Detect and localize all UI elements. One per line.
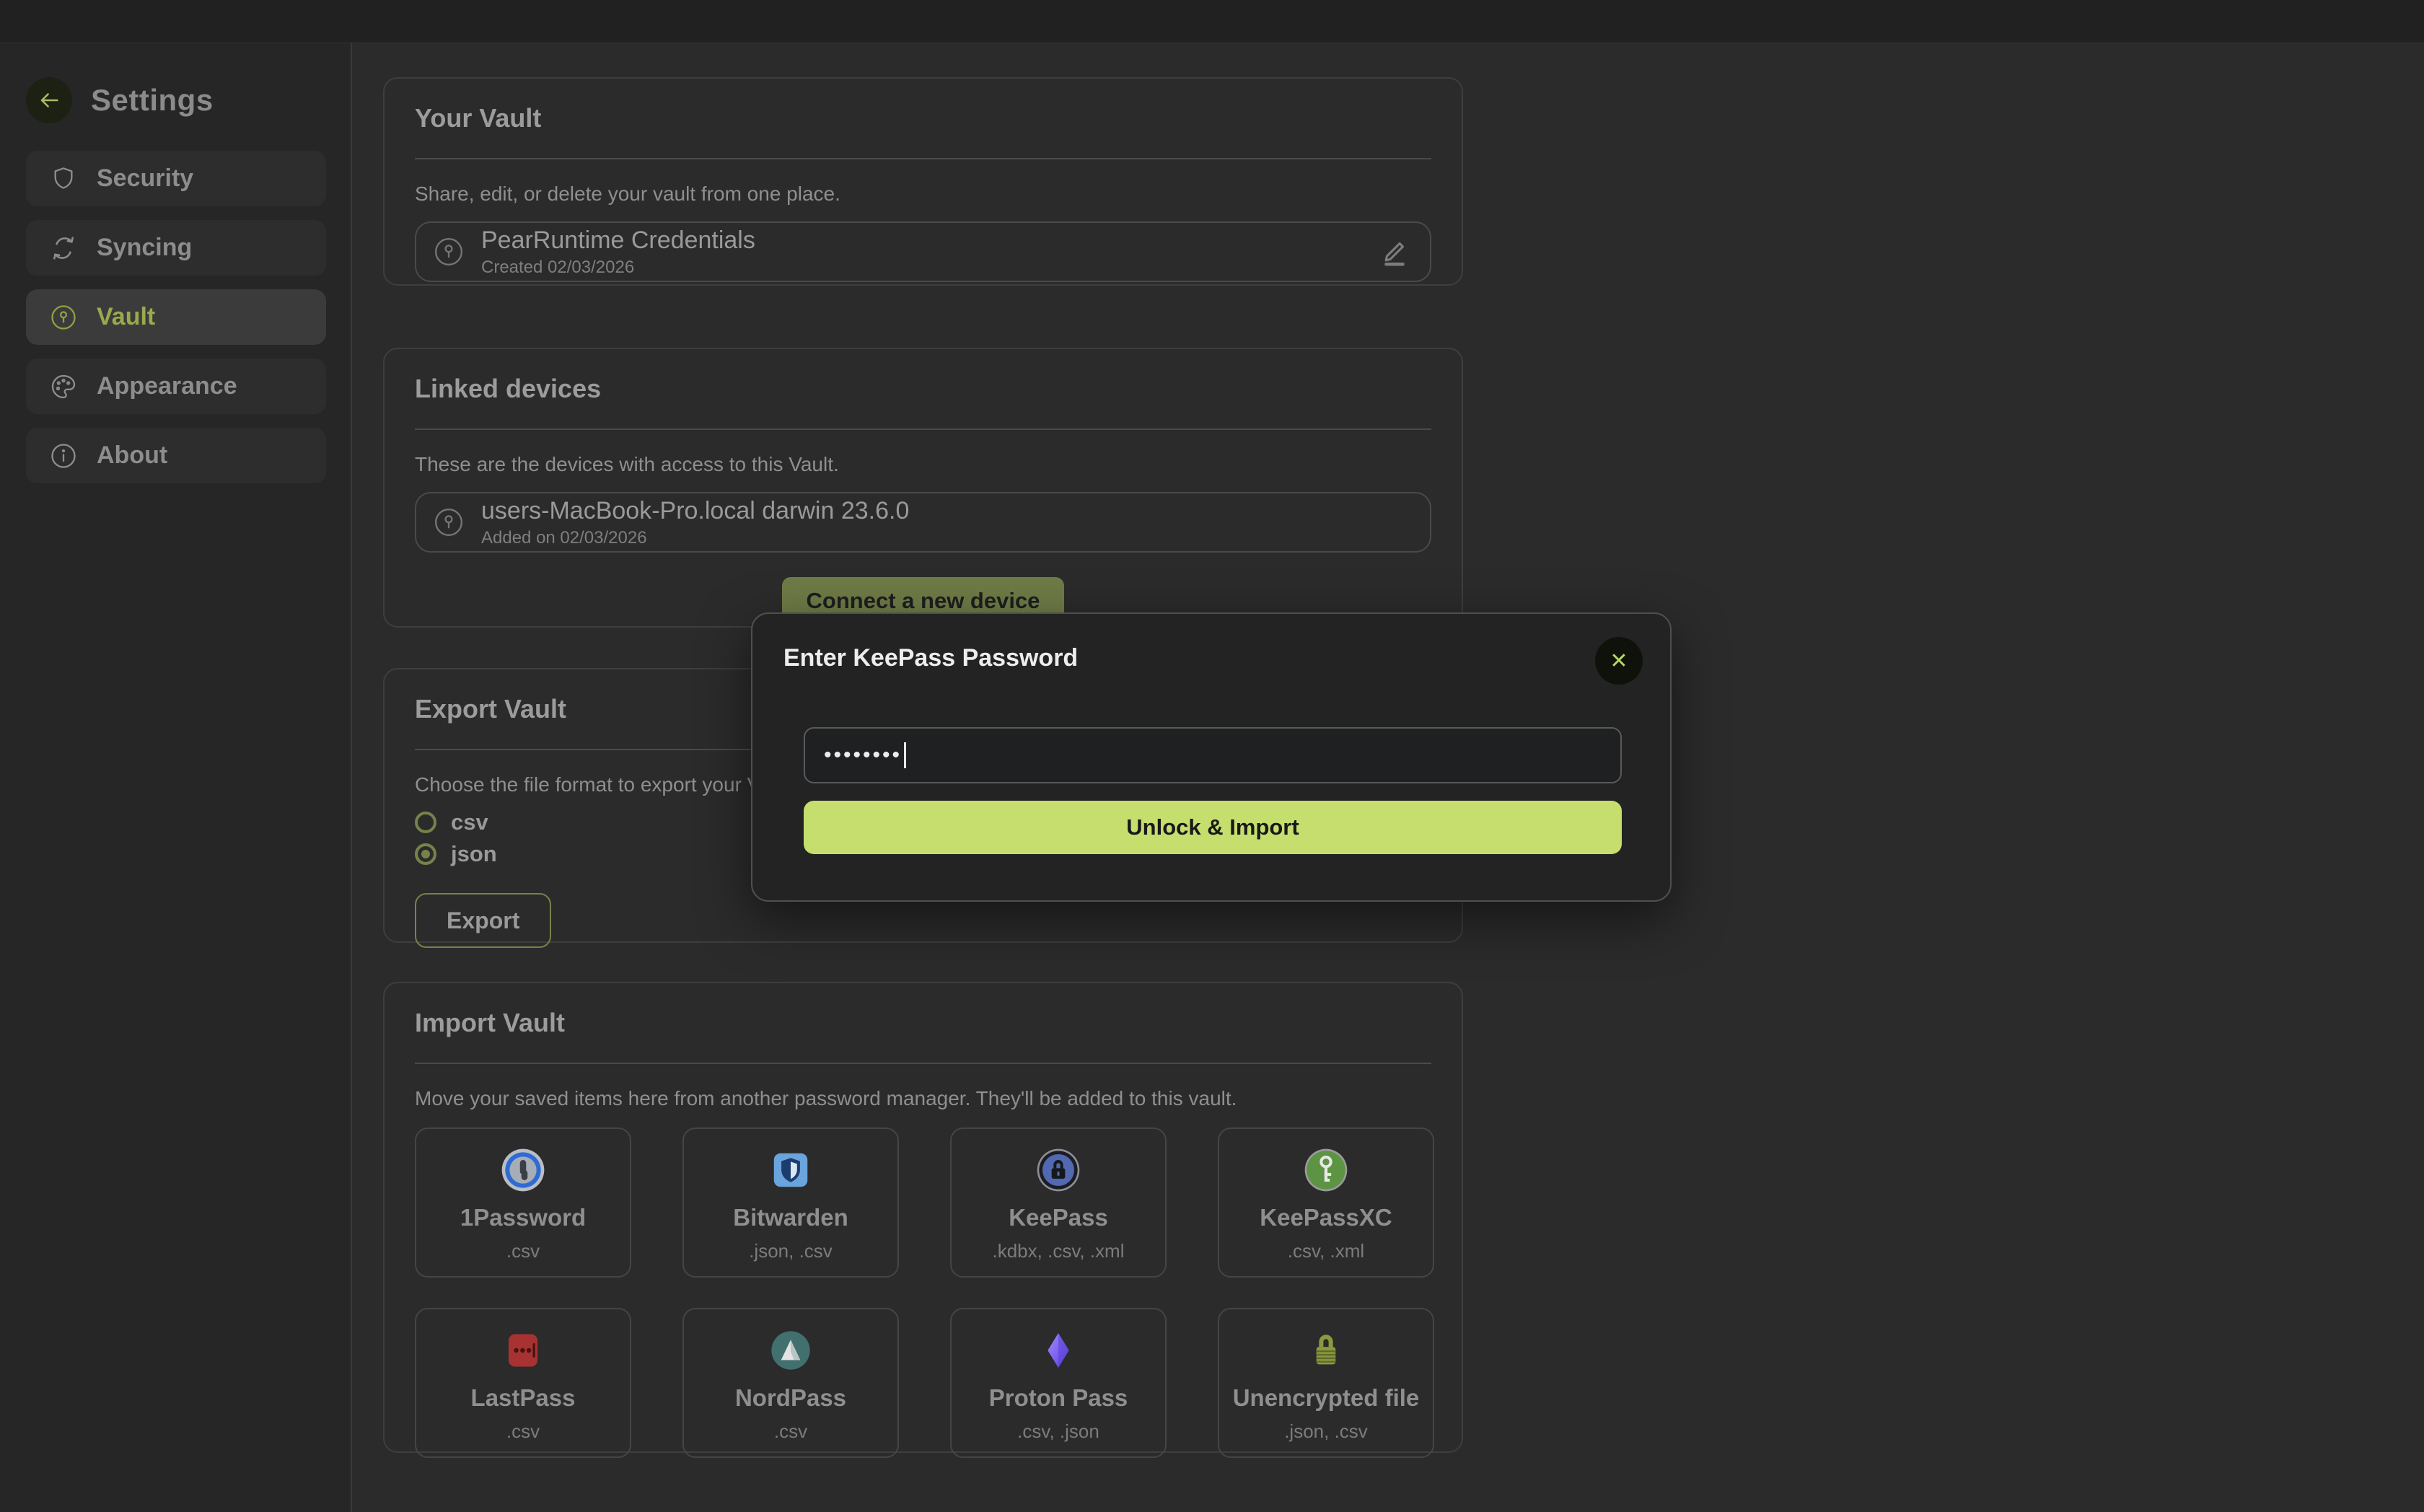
- import-1password[interactable]: 1Password .csv: [415, 1128, 631, 1278]
- bitwarden-icon: [768, 1148, 813, 1192]
- provider-formats: .csv: [416, 1240, 630, 1262]
- import-provider-grid: 1Password .csv Bitwarden .json, .csv Kee…: [415, 1128, 1431, 1458]
- linked-devices-title: Linked devices: [415, 374, 1431, 404]
- provider-name: NordPass: [684, 1384, 897, 1412]
- import-protonpass[interactable]: Proton Pass .csv, .json: [950, 1308, 1167, 1458]
- sidebar-item-vault[interactable]: Vault: [26, 289, 326, 345]
- your-vault-card: Your Vault Share, edit, or delete your v…: [383, 77, 1463, 286]
- provider-formats: .kdbx, .csv, .xml: [952, 1240, 1165, 1262]
- device-texts: users-MacBook-Pro.local darwin 23.6.0 Ad…: [481, 497, 1411, 548]
- your-vault-description: Share, edit, or delete your vault from o…: [415, 183, 1431, 206]
- radio-json-label: json: [451, 841, 497, 867]
- unlock-import-button[interactable]: Unlock & Import: [804, 801, 1622, 854]
- sidebar-nav: Security Syncing Vault Appearance About: [26, 151, 325, 483]
- radio-selected-icon: [415, 843, 436, 865]
- vault-created-date: Created 02/03/2026: [481, 258, 1378, 278]
- provider-name: 1Password: [416, 1204, 630, 1231]
- info-icon: [49, 441, 78, 470]
- keepass-password-dialog: Enter KeePass Password ✕ •••••••• Unlock…: [751, 612, 1672, 902]
- provider-name: Proton Pass: [952, 1384, 1165, 1412]
- sidebar-item-label: Syncing: [97, 234, 192, 262]
- provider-name: Unencrypted file: [1219, 1384, 1433, 1412]
- onepassword-icon: [500, 1147, 546, 1193]
- provider-formats: .csv, .json: [952, 1420, 1165, 1443]
- import-lastpass[interactable]: LastPass .csv: [415, 1308, 631, 1458]
- keepassxc-icon: [1303, 1147, 1349, 1193]
- page-title: Settings: [91, 83, 214, 118]
- edit-pencil-icon[interactable]: [1378, 235, 1411, 268]
- sidebar-item-label: Appearance: [97, 372, 237, 400]
- import-vault-card: Import Vault Move your saved items here …: [383, 982, 1463, 1453]
- password-input[interactable]: ••••••••: [804, 727, 1622, 783]
- provider-formats: .csv: [684, 1420, 897, 1443]
- keepass-icon: [1035, 1147, 1081, 1193]
- key-icon: [432, 506, 465, 539]
- import-vault-description: Move your saved items here from another …: [415, 1087, 1431, 1110]
- device-added-date: Added on 02/03/2026: [481, 528, 1411, 548]
- nordpass-icon: [768, 1327, 814, 1373]
- provider-name: KeePassXC: [1219, 1204, 1433, 1231]
- import-keepass[interactable]: KeePass .kdbx, .csv, .xml: [950, 1128, 1167, 1278]
- arrow-left-icon: [37, 88, 61, 113]
- settings-sidebar: Settings Security Syncing Vault Appearan…: [0, 43, 352, 1512]
- import-nordpass[interactable]: NordPass .csv: [682, 1308, 899, 1458]
- sync-icon: [49, 234, 78, 263]
- divider: [415, 1063, 1431, 1064]
- password-masked-value: ••••••••: [824, 743, 902, 768]
- import-vault-title: Import Vault: [415, 1008, 1431, 1038]
- divider: [415, 158, 1431, 159]
- dialog-title: Enter KeePass Password: [783, 644, 1078, 672]
- device-row[interactable]: users-MacBook-Pro.local darwin 23.6.0 Ad…: [415, 492, 1431, 553]
- provider-name: Bitwarden: [684, 1204, 897, 1231]
- import-unencrypted-file[interactable]: Unencrypted file .json, .csv: [1218, 1308, 1434, 1458]
- linked-devices-card: Linked devices These are the devices wit…: [383, 348, 1463, 628]
- lastpass-icon: [501, 1329, 545, 1372]
- key-icon: [49, 303, 78, 332]
- sidebar-item-security[interactable]: Security: [26, 151, 326, 206]
- sidebar-item-appearance[interactable]: Appearance: [26, 359, 326, 414]
- device-name: users-MacBook-Pro.local darwin 23.6.0: [481, 497, 1411, 525]
- provider-formats: .csv: [416, 1420, 630, 1443]
- vault-item-texts: PearRuntime Credentials Created 02/03/20…: [481, 227, 1378, 278]
- window-titlebar: [0, 0, 2424, 43]
- back-button[interactable]: [26, 77, 72, 123]
- protonpass-icon: [1035, 1327, 1081, 1373]
- padlock-icon: [1305, 1329, 1347, 1371]
- vault-name: PearRuntime Credentials: [481, 227, 1378, 255]
- sidebar-item-syncing[interactable]: Syncing: [26, 220, 326, 276]
- provider-name: KeePass: [952, 1204, 1165, 1231]
- sidebar-header: Settings: [26, 77, 325, 123]
- provider-formats: .csv, .xml: [1219, 1240, 1433, 1262]
- linked-devices-description: These are the devices with access to thi…: [415, 453, 1431, 476]
- vault-item-row[interactable]: PearRuntime Credentials Created 02/03/20…: [415, 221, 1431, 282]
- close-icon[interactable]: ✕: [1595, 637, 1643, 685]
- sidebar-item-label: Security: [97, 164, 193, 193]
- radio-csv-label: csv: [451, 809, 488, 835]
- radio-circle-icon: [415, 812, 436, 833]
- sidebar-item-label: About: [97, 441, 167, 470]
- provider-name: LastPass: [416, 1384, 630, 1412]
- sidebar-item-label: Vault: [97, 303, 155, 331]
- import-bitwarden[interactable]: Bitwarden .json, .csv: [682, 1128, 899, 1278]
- sidebar-item-about[interactable]: About: [26, 428, 326, 483]
- provider-formats: .json, .csv: [1219, 1420, 1433, 1443]
- divider: [415, 428, 1431, 430]
- your-vault-title: Your Vault: [415, 103, 1431, 133]
- export-button[interactable]: Export: [415, 893, 551, 948]
- provider-formats: .json, .csv: [684, 1240, 897, 1262]
- shield-icon: [49, 164, 78, 193]
- text-caret: [904, 742, 906, 768]
- import-keepassxc[interactable]: KeePassXC .csv, .xml: [1218, 1128, 1434, 1278]
- key-icon: [432, 235, 465, 268]
- palette-icon: [49, 372, 78, 401]
